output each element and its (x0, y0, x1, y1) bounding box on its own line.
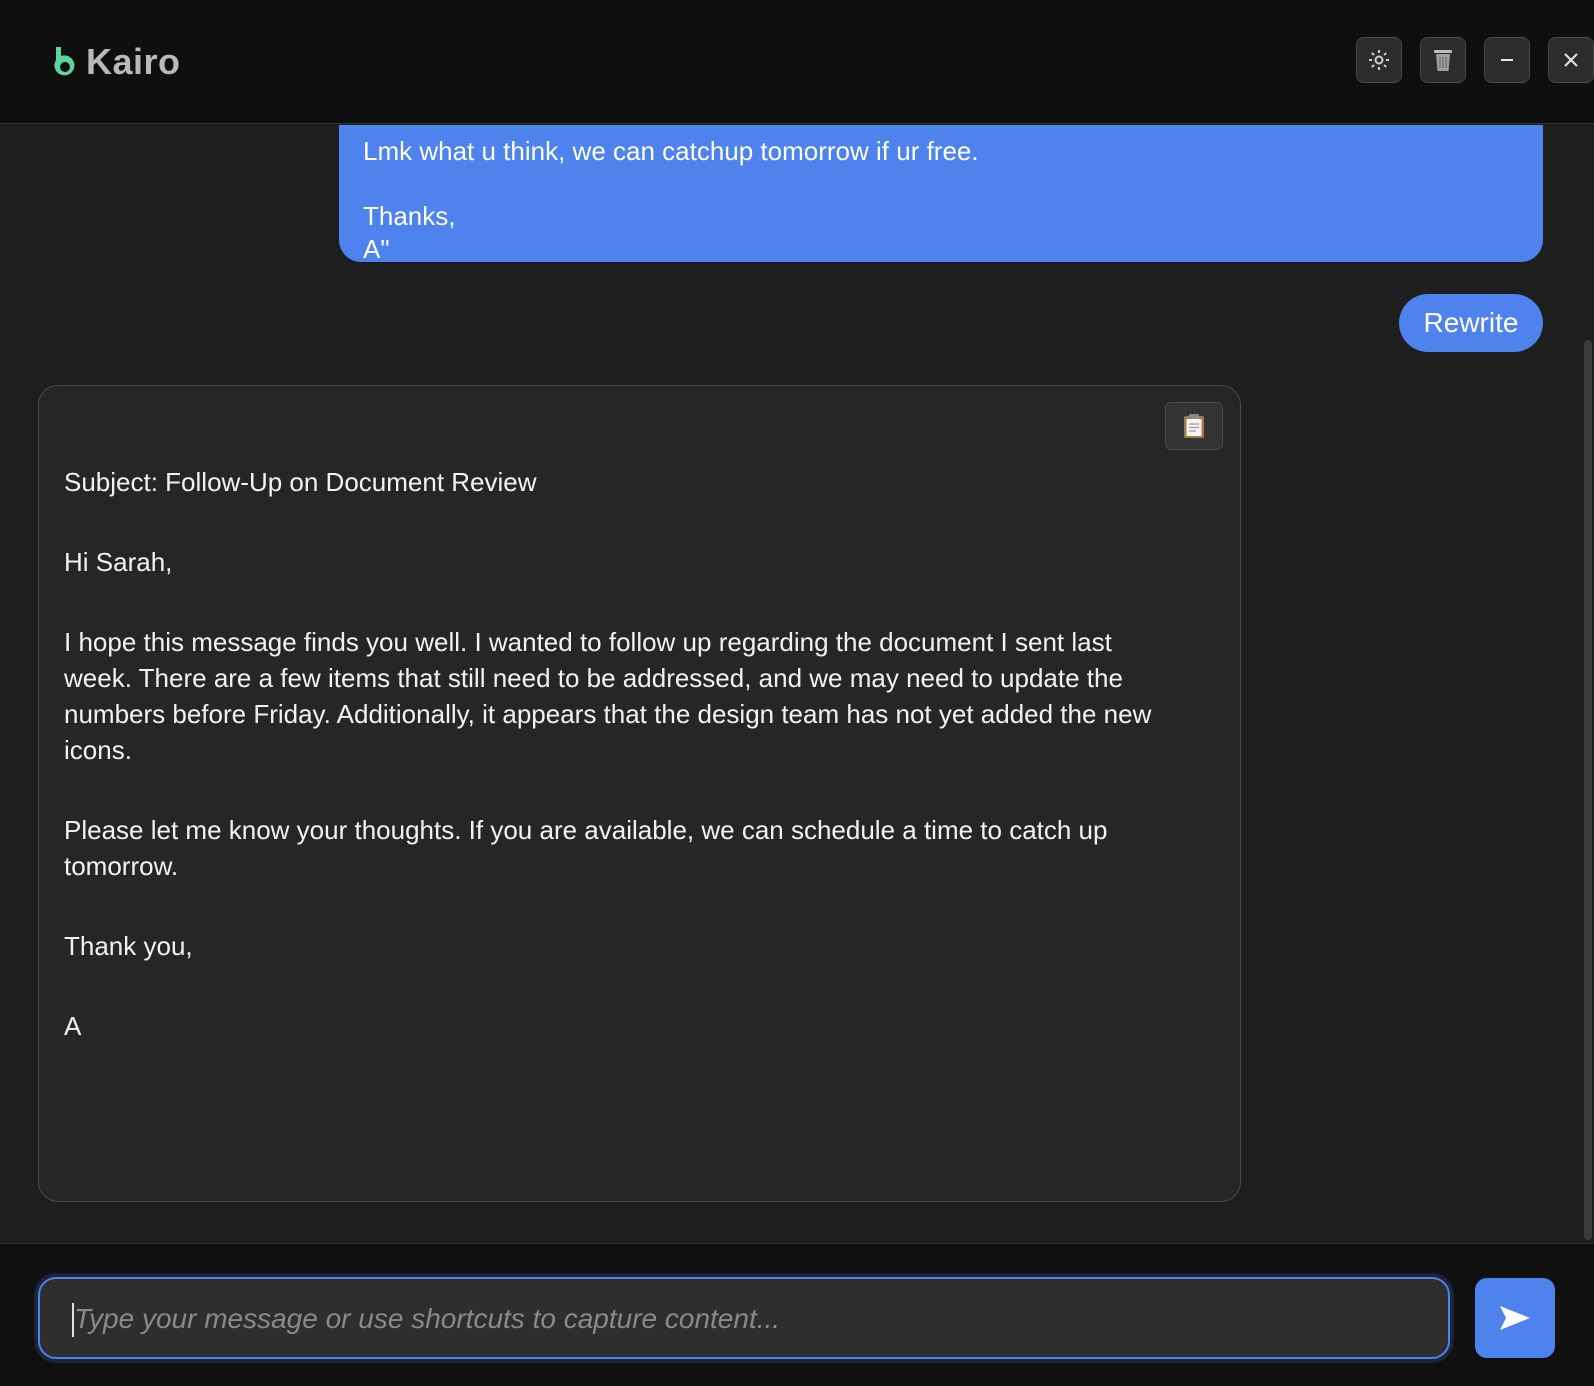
message-input[interactable] (72, 1279, 1436, 1359)
reply-paragraph: Thank you, (64, 931, 193, 961)
settings-button[interactable] (1356, 37, 1402, 83)
reply-paragraph: Please let me know your thoughts. If you… (64, 815, 1108, 881)
close-icon (1564, 53, 1578, 67)
minimize-icon (1501, 59, 1513, 61)
user-message-bubble: Lmk what u think, we can catchup tomorro… (339, 125, 1543, 264)
user-message-line: A" (363, 234, 390, 264)
assistant-reply-text: Subject: Follow-Up on Document Review Hi… (64, 464, 1184, 1088)
text-caret (72, 1303, 74, 1337)
app-header: Kairo (0, 0, 1594, 124)
app-logo: Kairo (50, 38, 181, 86)
gear-icon (1369, 50, 1389, 70)
clear-chat-button[interactable] (1420, 37, 1466, 83)
user-message-line: Lmk what u think, we can catchup tomorro… (363, 136, 979, 166)
reply-paragraph: Subject: Follow-Up on Document Review (64, 467, 537, 497)
assistant-reply-card: Subject: Follow-Up on Document Review Hi… (38, 385, 1241, 1202)
user-message-line: Thanks, (363, 201, 456, 231)
send-icon (1500, 1306, 1530, 1330)
app-name: Kairo (86, 41, 181, 82)
chat-area[interactable]: Lmk what u think, we can catchup tomorro… (0, 125, 1594, 1242)
chat-scrollbar[interactable] (1584, 340, 1592, 1240)
send-button[interactable] (1475, 1278, 1555, 1358)
close-button[interactable] (1548, 37, 1594, 83)
trash-icon (1434, 50, 1452, 71)
kairo-logo-icon (54, 47, 75, 76)
rewrite-button[interactable]: Rewrite (1399, 294, 1543, 352)
minimize-button[interactable] (1484, 37, 1530, 83)
reply-paragraph: A (64, 1011, 82, 1041)
copy-button[interactable] (1165, 402, 1223, 450)
message-input-wrapper (38, 1277, 1450, 1359)
composer (0, 1243, 1594, 1386)
reply-paragraph: I hope this message finds you well. I wa… (64, 627, 1152, 765)
reply-paragraph: Hi Sarah, (64, 547, 173, 577)
clipboard-icon (1184, 414, 1204, 438)
